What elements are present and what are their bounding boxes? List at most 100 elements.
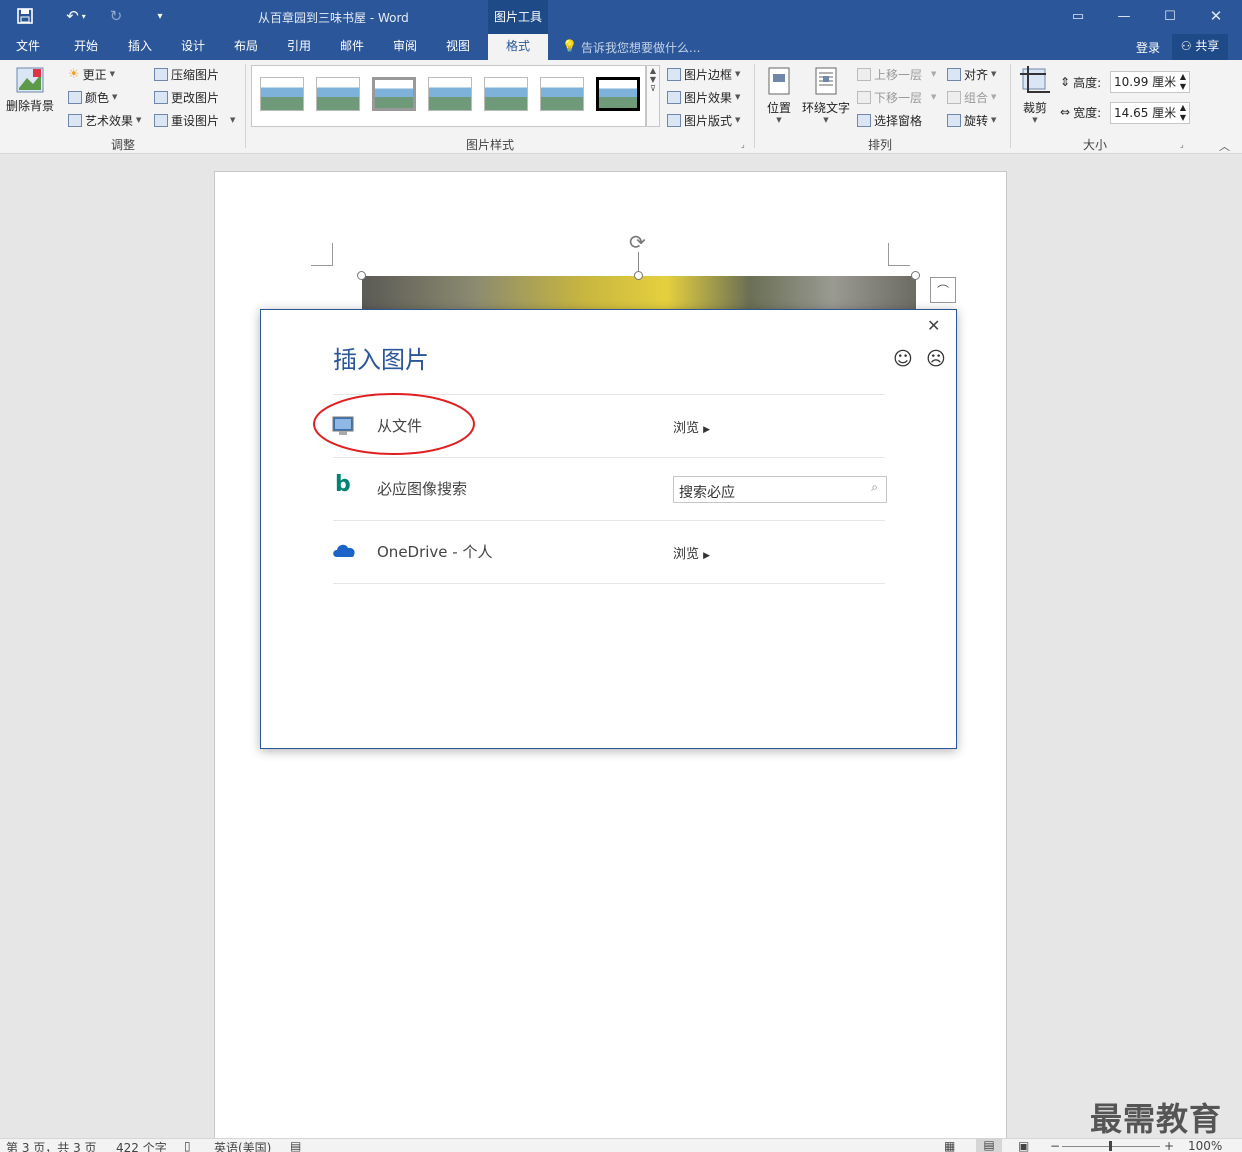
web-layout-icon[interactable]: ▣: [1018, 1139, 1029, 1152]
ribbon-tabs: 文件 开始 插入 设计 布局 引用 邮件 审阅 视图 格式 💡 告诉我您想要做什…: [0, 34, 1242, 60]
tab-references[interactable]: 引用: [275, 34, 323, 60]
bing-search-input[interactable]: 搜索必应 ⌕: [673, 476, 887, 503]
picture-styles-gallery[interactable]: [251, 65, 646, 127]
picture-layout-button[interactable]: 图片版式 ▼: [667, 110, 740, 130]
width-input[interactable]: 14.65 厘米 ▲ ▼: [1110, 102, 1190, 124]
minimize-icon[interactable]: —: [1106, 4, 1142, 28]
share-button[interactable]: ⚇ 共享: [1172, 34, 1228, 60]
print-layout-icon[interactable]: ▤: [976, 1138, 1002, 1152]
group-button[interactable]: 组合 ▼: [947, 87, 996, 107]
corrections-button[interactable]: ☀ 更正 ▼: [68, 64, 115, 84]
resize-handle[interactable]: [911, 271, 920, 280]
browse-link[interactable]: 浏览 ▶: [673, 417, 710, 436]
caret-right-icon: ▶: [703, 551, 711, 561]
style-thumbnail[interactable]: [428, 77, 472, 111]
resize-handle[interactable]: [357, 271, 366, 280]
tell-me-box[interactable]: 💡 告诉我您想要做什么...: [562, 39, 700, 56]
height-label-text: 高度:: [1073, 75, 1102, 90]
undo-icon[interactable]: ↶ ▾: [58, 6, 94, 26]
reset-picture-button[interactable]: 重设图片 ▼: [154, 110, 235, 130]
signin-link[interactable]: 登录: [1136, 39, 1160, 56]
tab-layout[interactable]: 布局: [222, 34, 270, 60]
frown-icon[interactable]: ☹: [926, 348, 946, 370]
compress-pictures-button[interactable]: 压缩图片: [154, 64, 219, 84]
dropdown-arrow-icon: ▼: [823, 116, 829, 124]
proofing-icon[interactable]: ▯: [184, 1139, 191, 1152]
rotate-button[interactable]: 旋转 ▼: [947, 110, 996, 130]
wrap-text-button[interactable]: 环绕文字 ▼: [800, 66, 852, 124]
page-indicator[interactable]: 第 3 页，共 3 页: [6, 1139, 97, 1152]
style-thumbnail[interactable]: [540, 77, 584, 111]
search-icon[interactable]: ⌕: [871, 480, 878, 495]
position-label: 位置: [766, 101, 791, 115]
zoom-out-icon[interactable]: −: [1050, 1139, 1060, 1152]
tab-insert[interactable]: 插入: [116, 34, 164, 60]
ribbon-options-icon[interactable]: ▭: [1060, 4, 1096, 28]
gallery-scroll[interactable]: ▲ ▼ ⊽: [646, 65, 660, 127]
picture-border-button[interactable]: 图片边框 ▼: [667, 64, 740, 84]
maximize-icon[interactable]: ☐: [1152, 4, 1188, 28]
spinner-icon[interactable]: ▲ ▼: [1180, 103, 1186, 123]
position-icon: [768, 67, 790, 95]
height-input[interactable]: 10.99 厘米 ▲ ▼: [1110, 71, 1190, 93]
tab-view[interactable]: 视图: [434, 34, 482, 60]
tab-home[interactable]: 开始: [62, 34, 110, 60]
tab-format[interactable]: 格式: [488, 34, 548, 60]
tab-review[interactable]: 审阅: [381, 34, 429, 60]
send-backward-button[interactable]: 下移一层 ▼: [857, 87, 936, 107]
color-icon: [68, 90, 82, 104]
dialog-launcher-icon[interactable]: ⌟: [741, 140, 745, 149]
resize-handle[interactable]: [634, 271, 643, 280]
read-mode-icon[interactable]: ▦: [944, 1139, 955, 1152]
zoom-level[interactable]: 100%: [1188, 1139, 1222, 1152]
status-bar: 第 3 页，共 3 页 422 个字 ▯ 英语(美国) ▤ ▦ ▤ ▣ − + …: [0, 1138, 1242, 1152]
more-icon[interactable]: ⊽: [647, 84, 659, 93]
zoom-slider-thumb[interactable]: [1109, 1141, 1112, 1151]
artistic-effects-button[interactable]: 艺术效果 ▼: [68, 110, 141, 130]
crop-button[interactable]: 裁剪 ▼: [1018, 66, 1052, 124]
align-button[interactable]: 对齐 ▼: [947, 64, 996, 84]
position-button[interactable]: 位置 ▼: [764, 66, 794, 124]
tab-design[interactable]: 设计: [169, 34, 217, 60]
selected-picture[interactable]: [362, 276, 916, 312]
style-thumbnail[interactable]: [316, 77, 360, 111]
style-thumbnail[interactable]: [260, 77, 304, 111]
spinner-icon[interactable]: ▲ ▼: [1180, 72, 1186, 92]
group-divider: [245, 64, 246, 148]
remove-background-button[interactable]: 删除背景: [6, 66, 54, 120]
save-icon[interactable]: [12, 6, 38, 26]
smile-icon[interactable]: ☺: [893, 348, 913, 370]
rotate-handle-icon[interactable]: ⟳: [629, 230, 646, 254]
customize-quick-access-icon[interactable]: ▾: [150, 6, 170, 26]
browse-link[interactable]: 浏览 ▶: [673, 543, 710, 562]
tab-file[interactable]: 文件: [4, 34, 52, 60]
picture-layout-label: 图片版式: [684, 113, 733, 128]
layout-options-icon[interactable]: ⌒: [930, 277, 956, 303]
style-thumbnail[interactable]: [596, 77, 640, 111]
color-button[interactable]: 颜色 ▼: [68, 87, 117, 107]
close-icon[interactable]: ✕: [927, 316, 940, 335]
scroll-up-icon[interactable]: ▲: [647, 66, 659, 75]
macro-icon[interactable]: ▤: [290, 1139, 301, 1152]
close-icon[interactable]: ✕: [1198, 4, 1234, 28]
group-divider: [754, 64, 755, 148]
style-thumbnail[interactable]: [484, 77, 528, 111]
style-thumbnail[interactable]: [372, 77, 416, 111]
tab-mailings[interactable]: 邮件: [328, 34, 376, 60]
selection-pane-button[interactable]: 选择窗格: [857, 110, 922, 130]
bing-image-search-row[interactable]: b 必应图像搜索 搜索必应 ⌕: [333, 458, 887, 521]
onedrive-row[interactable]: OneDrive - 个人 浏览 ▶: [333, 521, 885, 584]
picture-effects-button[interactable]: 图片效果 ▼: [667, 87, 740, 107]
change-picture-button[interactable]: 更改图片: [154, 87, 219, 107]
dialog-launcher-icon[interactable]: ⌟: [1180, 140, 1184, 149]
bring-forward-button[interactable]: 上移一层 ▼: [857, 64, 936, 84]
word-count[interactable]: 422 个字: [116, 1139, 167, 1152]
dropdown-arrow-icon: ▼: [735, 70, 741, 78]
dropdown-arrow-icon: ▼: [735, 93, 741, 101]
dropdown-arrow-icon: ▼: [931, 93, 937, 101]
redo-icon[interactable]: ↻: [104, 6, 128, 26]
scroll-down-icon[interactable]: ▼: [647, 75, 659, 84]
language-indicator[interactable]: 英语(美国): [214, 1139, 271, 1152]
zoom-in-icon[interactable]: +: [1164, 1139, 1174, 1152]
collapse-ribbon-icon[interactable]: ︿: [1219, 138, 1230, 154]
